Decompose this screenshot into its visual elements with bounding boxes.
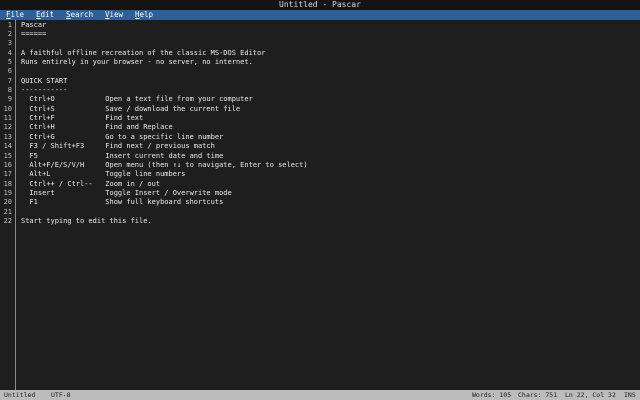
text-line: Runs entirely in your browser - no serve… — [21, 57, 253, 66]
text-line: F3 / Shift+F3 Find next / previous match — [21, 142, 215, 151]
line-number: 12 — [3, 123, 12, 132]
text-line: Ctrl+H Find and Replace — [21, 123, 173, 132]
line-number: 21 — [3, 207, 12, 216]
text-line: Alt+L Toggle line numbers — [21, 170, 186, 179]
text-line: QUICK START — [21, 76, 68, 85]
line-number: 3 — [7, 39, 12, 48]
text-line: Insert Toggle Insert / Overwrite mode — [21, 188, 232, 197]
line-number: 19 — [3, 188, 12, 197]
status-encoding: UTF-8 — [51, 391, 71, 399]
line-number: 14 — [3, 142, 12, 151]
line-number-gutter: 1 2 3 4 5 6 7 8 9 10 11 12 13 14 15 16 1… — [0, 20, 16, 390]
text-line: F1 Show full keyboard shortcuts — [21, 198, 224, 207]
status-cursor-position: Ln 22, Col 32 — [565, 391, 616, 399]
text-line: Pascar — [21, 20, 47, 29]
menu-search-label: earch — [70, 10, 94, 19]
line-number: 6 — [7, 67, 12, 76]
status-filename: Untitled — [4, 391, 36, 399]
line-number: 9 — [7, 95, 12, 104]
line-number: 1 — [7, 20, 12, 29]
line-number: 5 — [7, 57, 12, 66]
text-line: Ctrl++ / Ctrl-- Zoom in / out — [21, 179, 161, 188]
line-number: 16 — [3, 160, 12, 169]
text-line: Ctrl+F Find text — [21, 114, 144, 123]
line-number: 17 — [3, 170, 12, 179]
menu-bar: File Edit Search View Help — [0, 10, 640, 20]
text-area[interactable]: Pascar ====== A faithful offline recreat… — [16, 20, 640, 390]
menu-help-label: elp — [139, 10, 154, 19]
menu-view[interactable]: View — [105, 10, 123, 20]
line-number: 15 — [3, 151, 12, 160]
line-number: 11 — [3, 114, 12, 123]
status-insert-mode[interactable]: INS — [624, 390, 636, 400]
text-line: Ctrl+G Go to a specific line number — [21, 132, 224, 141]
text-line: Alt+F/E/S/V/H Open menu (then ↑↓ to navi… — [21, 160, 308, 169]
text-line: ====== — [21, 29, 47, 38]
line-number: 18 — [3, 179, 12, 188]
status-char-count: Chars: 751 — [518, 391, 558, 399]
line-number: 10 — [3, 104, 12, 113]
line-number: 22 — [3, 217, 12, 226]
text-line: F5 Insert current date and time — [21, 151, 224, 160]
text-line: Start typing to edit this file. — [21, 217, 152, 226]
window-title-bar: Untitled - Pascar — [0, 0, 640, 10]
menu-file[interactable]: File — [6, 10, 24, 20]
line-number: 7 — [7, 76, 12, 85]
window-title: Untitled - Pascar — [279, 0, 361, 9]
menu-edit-label: dit — [40, 10, 55, 19]
text-line: A faithful offline recreation of the cla… — [21, 48, 266, 57]
text-line: Ctrl+O Open a text file from your comput… — [21, 95, 253, 104]
menu-search[interactable]: Search — [66, 10, 93, 20]
line-number: 13 — [3, 132, 12, 141]
text-line: Ctrl+S Save / download the current file — [21, 104, 241, 113]
editor-area[interactable]: 1 2 3 4 5 6 7 8 9 10 11 12 13 14 15 16 1… — [0, 20, 640, 390]
status-bar: Untitled UTF-8 Words: 105 Chars: 751 Ln … — [0, 390, 640, 400]
text-line: ----------- — [21, 86, 68, 95]
line-number: 2 — [7, 29, 12, 38]
line-number: 8 — [7, 86, 12, 95]
line-number: 20 — [3, 198, 12, 207]
status-word-count: Words: 105 — [472, 391, 512, 399]
menu-edit[interactable]: Edit — [36, 10, 54, 20]
menu-help[interactable]: Help — [135, 10, 153, 20]
menu-file-label: ile — [10, 10, 25, 19]
menu-view-label: iew — [109, 10, 124, 19]
line-number: 4 — [7, 48, 12, 57]
